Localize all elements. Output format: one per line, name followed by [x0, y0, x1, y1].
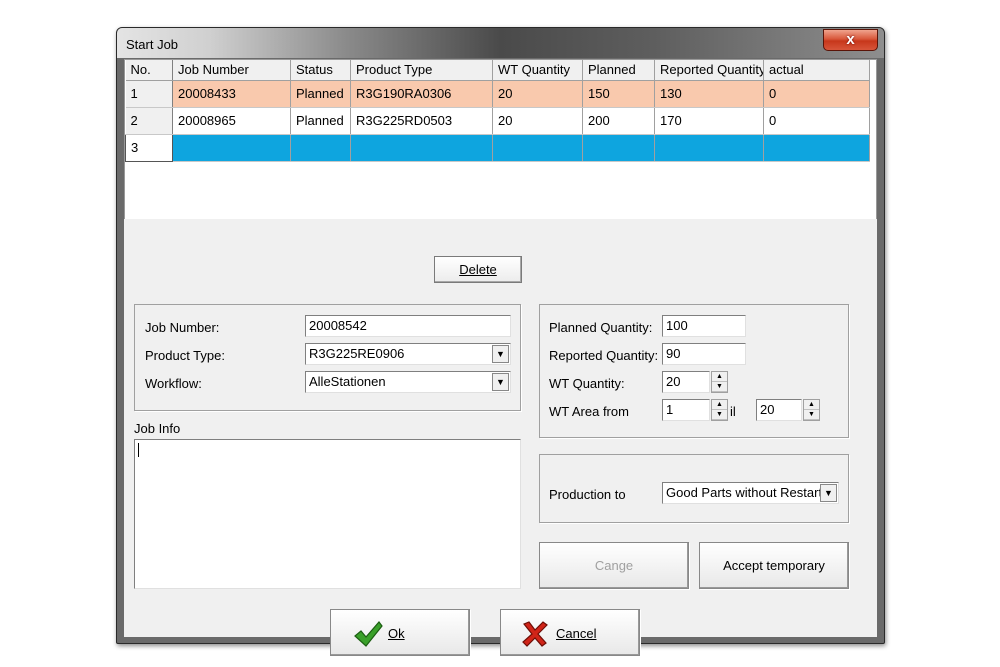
chevron-down-icon[interactable]: ▼ [492, 345, 509, 363]
row-number[interactable]: 2 [125, 107, 173, 135]
table-cell[interactable] [654, 134, 764, 162]
table-cell[interactable] [763, 134, 870, 162]
column-header-no[interactable]: No. [125, 60, 173, 81]
workflow-combobox[interactable]: AlleStationen ▼ [305, 371, 511, 393]
workflow-label: Workflow: [145, 376, 202, 391]
table-cell[interactable]: 0 [763, 80, 870, 108]
spin-down-icon[interactable]: ▼ [712, 410, 727, 420]
spin-up-icon[interactable]: ▲ [712, 372, 727, 382]
wt-area-to-input[interactable]: 20 [756, 399, 802, 421]
wt-area-until-label: il [730, 404, 736, 419]
delete-button[interactable]: Delete [434, 256, 522, 283]
row-number[interactable]: 1 [125, 80, 173, 108]
job-number-label: Job Number: [145, 320, 220, 335]
column-header-reported-quantity[interactable]: Reported Quantity [654, 60, 764, 81]
table-header-row: No. Job Number Status Product Type WT Qu… [125, 60, 870, 81]
table-cell[interactable]: Planned [290, 107, 351, 135]
job-grid[interactable]: No. Job Number Status Product Type WT Qu… [124, 59, 877, 219]
ok-button[interactable]: Ok [330, 609, 470, 656]
chevron-down-icon[interactable]: ▼ [820, 484, 837, 502]
chevron-down-icon[interactable]: ▼ [492, 373, 509, 391]
reported-quantity-label: Reported Quantity: [549, 348, 659, 363]
product-type-value: R3G225RE0906 [309, 346, 405, 361]
table-cell[interactable]: 170 [654, 107, 764, 135]
spin-up-icon[interactable]: ▲ [804, 400, 819, 410]
table-cell[interactable]: 20 [492, 107, 583, 135]
text-caret [138, 443, 139, 457]
wt-quantity-label: WT Quantity: [549, 376, 625, 391]
column-header-status[interactable]: Status [290, 60, 351, 81]
table-cell[interactable]: 20 [492, 80, 583, 108]
table-row[interactable]: 1 20008433 Planned R3G190RA0306 20 150 1… [125, 80, 870, 108]
table-cell[interactable]: 20008433 [172, 80, 291, 108]
product-type-label: Product Type: [145, 348, 225, 363]
close-button[interactable]: x [823, 29, 878, 51]
column-header-planned[interactable]: Planned [582, 60, 655, 81]
table-cell[interactable] [290, 134, 351, 162]
row-number[interactable]: 3 [125, 133, 173, 162]
checkmark-icon [354, 621, 383, 647]
table-cell[interactable]: 130 [654, 80, 764, 108]
spin-down-icon[interactable]: ▼ [712, 382, 727, 392]
production-to-combobox[interactable]: Good Parts without Restart ▼ [662, 482, 839, 504]
column-header-job-number[interactable]: Job Number [172, 60, 291, 81]
wt-area-from-spinner[interactable]: ▲ ▼ [711, 399, 728, 421]
job-info-textarea[interactable] [134, 439, 521, 589]
spin-down-icon[interactable]: ▼ [804, 410, 819, 420]
job-details-group: Job Number: 20008542 Product Type: R3G22… [134, 304, 521, 411]
cancel-text: Cancel [556, 626, 597, 641]
production-group: Production to Good Parts without Restart… [539, 454, 849, 523]
ok-button-label: Ok [388, 626, 405, 641]
column-header-product-type[interactable]: Product Type [350, 60, 493, 81]
product-type-combobox[interactable]: R3G225RE0906 ▼ [305, 343, 511, 365]
cross-icon [522, 621, 548, 647]
reported-quantity-input[interactable]: 90 [662, 343, 746, 365]
column-header-wt-quantity[interactable]: WT Quantity [492, 60, 583, 81]
cange-button[interactable]: Cange [539, 542, 689, 589]
wt-area-from-input[interactable]: 1 [662, 399, 710, 421]
wt-area-from-label: WT Area from [549, 404, 629, 419]
title-bar[interactable]: Start Job x [117, 28, 884, 58]
table-cell[interactable] [492, 134, 583, 162]
delete-button-label: Delete [459, 262, 497, 277]
cancel-button-label: Cancel [556, 626, 596, 641]
workflow-value: AlleStationen [309, 374, 386, 389]
wt-quantity-input[interactable]: 20 [662, 371, 710, 393]
column-header-actual[interactable]: actual [763, 60, 870, 81]
planned-quantity-label: Planned Quantity: [549, 320, 653, 335]
job-table: No. Job Number Status Product Type WT Qu… [125, 60, 870, 162]
production-to-label: Production to [549, 487, 626, 502]
spin-up-icon[interactable]: ▲ [712, 400, 727, 410]
table-cell[interactable]: 200 [582, 107, 655, 135]
wt-area-to-spinner[interactable]: ▲ ▼ [803, 399, 820, 421]
table-cell[interactable] [172, 134, 291, 162]
table-cell[interactable]: 150 [582, 80, 655, 108]
planned-quantity-input[interactable]: 100 [662, 315, 746, 337]
table-row-selected[interactable]: 3 [125, 133, 870, 162]
job-number-input[interactable]: 20008542 [305, 315, 511, 337]
wt-quantity-spinner[interactable]: ▲ ▼ [711, 371, 728, 393]
table-cell[interactable]: R3G190RA0306 [350, 80, 493, 108]
production-to-value: Good Parts without Restart [666, 485, 823, 500]
table-row[interactable]: 2 20008965 Planned R3G225RD0503 20 200 1… [125, 107, 870, 135]
dialog-client-area: No. Job Number Status Product Type WT Qu… [124, 59, 877, 656]
window-title: Start Job [126, 37, 179, 52]
table-cell[interactable] [350, 134, 493, 162]
job-info-label: Job Info [134, 421, 181, 436]
table-cell[interactable]: 20008965 [172, 107, 291, 135]
accept-temporary-button[interactable]: Accept temporary [699, 542, 849, 589]
cancel-button[interactable]: Cancel [500, 609, 640, 656]
table-cell[interactable]: 0 [763, 107, 870, 135]
table-cell[interactable] [582, 134, 655, 162]
start-job-dialog: Start Job x No. Job Number Status Produc… [116, 27, 885, 656]
table-cell[interactable]: Planned [290, 80, 351, 108]
quantities-group: Planned Quantity: 100 Reported Quantity:… [539, 304, 849, 438]
table-cell[interactable]: R3G225RD0503 [350, 107, 493, 135]
